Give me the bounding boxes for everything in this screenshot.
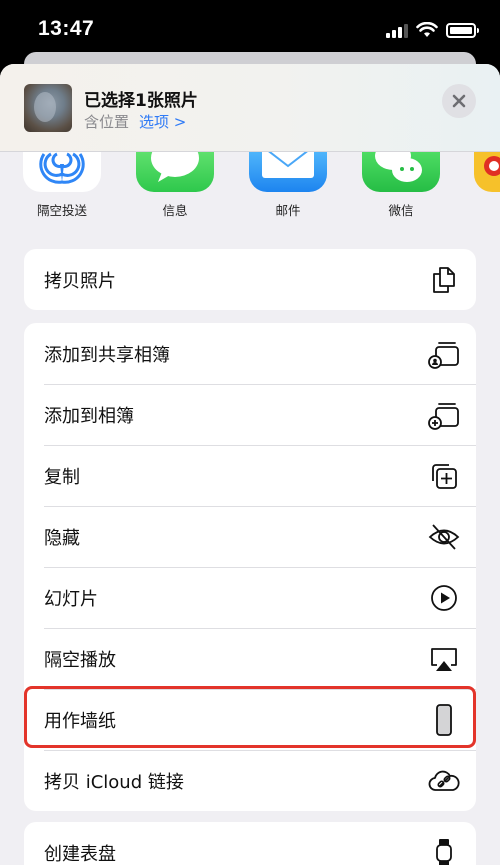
battery-icon [446,22,479,38]
action-create-watch-face[interactable]: 创建表盘 [24,822,476,865]
close-button[interactable] [442,84,476,118]
action-add-album[interactable]: 添加到相簿 [24,384,476,445]
share-sheet: 已选择1张照片 含位置 选项 > 隔空投送 信息 邮件 微信 拷贝照片 添加到共… [0,64,500,865]
shared-album-icon [428,341,459,369]
action-group-watch: 创建表盘 [24,822,476,865]
action-group-main: 添加到共享相簿 添加到相簿 复制 隐藏 幻灯片 隔空播放 用作墙纸 拷贝 iCl… [24,323,476,811]
app-airdrop[interactable]: 隔空投送 [22,152,102,219]
airplay-icon [431,647,457,671]
status-icons [386,20,479,40]
app-label: 隔空投送 [36,203,87,218]
wechat-icon [362,152,440,192]
action-copy-photo[interactable]: 拷贝照片 [24,249,476,310]
app-label: 信息 [162,203,188,218]
app-partial[interactable] [474,152,500,192]
action-label: 拷贝照片 [44,270,116,292]
close-icon [452,94,466,108]
action-duplicate[interactable]: 复制 [24,445,476,506]
action-add-shared-album[interactable]: 添加到共享相簿 [24,323,476,384]
action-label: 复制 [44,466,80,488]
action-label: 拷贝 iCloud 链接 [44,771,184,793]
action-label: 隐藏 [44,527,80,549]
action-label: 创建表盘 [44,843,116,865]
action-use-as-wallpaper[interactable]: 用作墙纸 [24,689,476,750]
action-slideshow[interactable]: 幻灯片 [24,567,476,628]
share-header: 已选择1张照片 含位置 选项 > [0,64,500,152]
action-airplay[interactable]: 隔空播放 [24,628,476,689]
action-label: 幻灯片 [44,588,98,610]
weibo-icon [474,152,500,192]
mail-icon [249,152,327,192]
app-wechat[interactable]: 微信 [361,152,441,219]
location-label: 含位置 [84,113,130,131]
action-hide[interactable]: 隐藏 [24,506,476,567]
duplicate-icon [432,463,457,489]
selection-subtitle: 含位置 选项 > [84,111,186,132]
status-time: 13:47 [38,17,95,40]
watch-icon [436,838,452,865]
airdrop-icon [23,152,101,192]
phone-icon [436,703,452,736]
app-share-row: 隔空投送 信息 邮件 微信 [0,152,500,230]
action-label: 添加到相簿 [44,405,134,427]
messages-icon [136,152,214,192]
action-label: 用作墙纸 [44,710,116,732]
action-group-copy: 拷贝照片 [24,249,476,310]
action-copy-icloud-link[interactable]: 拷贝 iCloud 链接 [24,750,476,811]
add-album-icon [428,402,459,430]
photo-thumbnail [24,84,72,132]
action-label: 添加到共享相簿 [44,344,170,366]
selection-title: 已选择1张照片 [84,91,198,111]
action-label: 隔空播放 [44,649,116,671]
eye-slash-icon [428,523,460,550]
app-messages[interactable]: 信息 [135,152,215,219]
app-label: 微信 [388,203,414,218]
copy-icon [433,266,455,293]
icloud-link-icon [428,770,460,791]
play-circle-icon [431,584,457,611]
app-mail[interactable]: 邮件 [248,152,328,219]
cellular-signal-icon [386,23,408,38]
options-link[interactable]: 选项 > [139,111,186,132]
app-label: 邮件 [275,203,301,218]
wifi-icon [416,22,438,37]
